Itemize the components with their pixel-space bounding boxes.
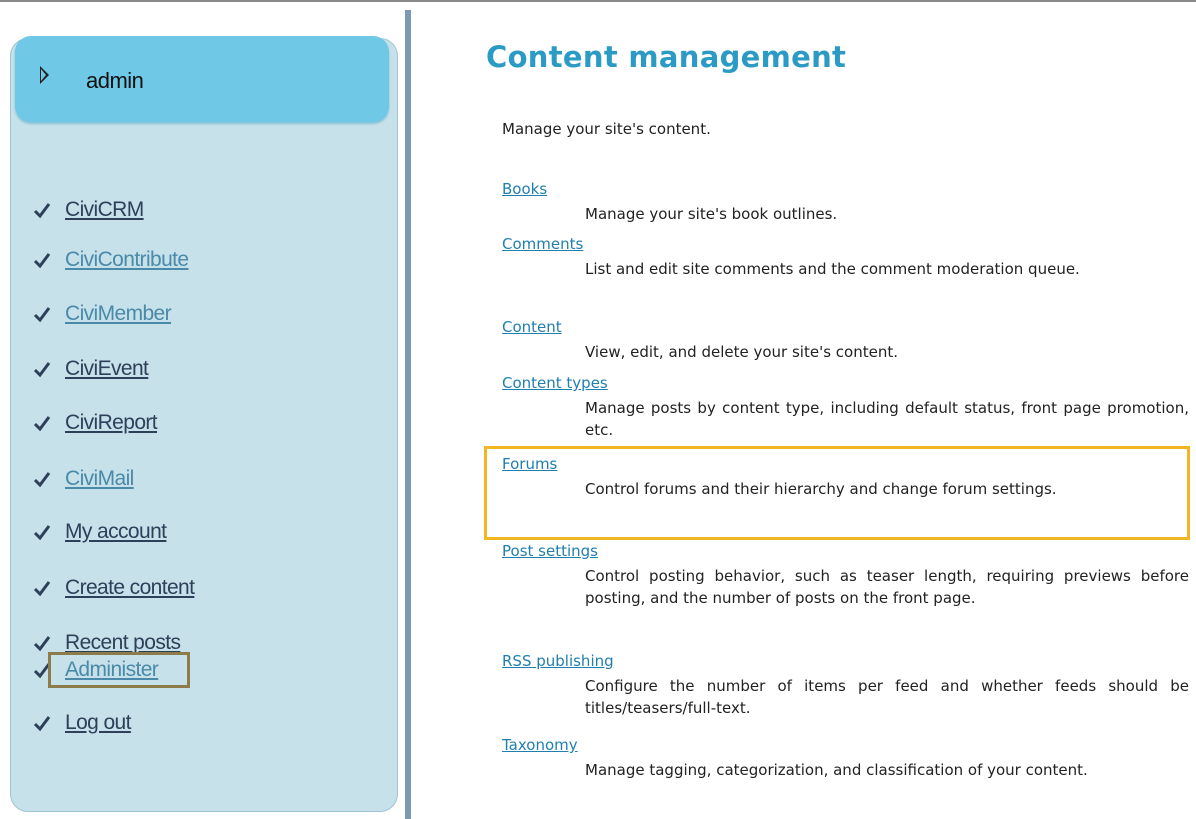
link-rss-publishing[interactable]: RSS publishing bbox=[502, 652, 614, 670]
sidebar-item-label[interactable]: CiviMail bbox=[65, 467, 134, 491]
checkmark-icon bbox=[33, 416, 51, 432]
sidebar-item-label[interactable]: My account bbox=[65, 520, 167, 544]
sidebar-item-label[interactable]: Log out bbox=[65, 711, 131, 735]
sidebar-item-civicrm[interactable]: CiviCRM bbox=[33, 195, 144, 225]
desc-post-settings: Control posting behavior, such as teaser… bbox=[585, 567, 1189, 607]
sidebar-item-label[interactable]: CiviEvent bbox=[65, 357, 149, 381]
sidebar-item-create-content[interactable]: Create content bbox=[33, 573, 195, 603]
checkmark-icon bbox=[33, 716, 51, 732]
link-content[interactable]: Content bbox=[502, 318, 562, 336]
checkmark-icon bbox=[33, 472, 51, 488]
user-header[interactable] bbox=[15, 36, 389, 122]
page-intro: Manage your site's content. bbox=[502, 120, 711, 138]
sidebar-item-log-out[interactable]: Log out bbox=[33, 708, 131, 738]
sidebar-item-civicontribute[interactable]: CiviContribute bbox=[33, 245, 189, 275]
desc-books: Manage your site's book outlines. bbox=[585, 205, 838, 223]
sidebar-item-civimail[interactable]: CiviMail bbox=[33, 464, 134, 494]
triangle-right-icon[interactable] bbox=[40, 66, 49, 84]
sidebar-item-label[interactable]: CiviContribute bbox=[65, 248, 189, 272]
link-taxonomy[interactable]: Taxonomy bbox=[502, 736, 578, 754]
sidebar-item-label[interactable]: Create content bbox=[65, 576, 195, 600]
page-title: Content management bbox=[486, 40, 847, 74]
checkmark-icon bbox=[33, 636, 51, 652]
checkmark-icon bbox=[33, 362, 51, 378]
desc-comments: List and edit site comments and the comm… bbox=[585, 260, 1080, 278]
desc-content: View, edit, and delete your site's conte… bbox=[585, 343, 898, 361]
checkmark-icon bbox=[33, 581, 51, 597]
link-books[interactable]: Books bbox=[502, 180, 547, 198]
checkmark-icon bbox=[33, 253, 51, 269]
checkmark-icon bbox=[33, 307, 51, 323]
link-content-types[interactable]: Content types bbox=[502, 374, 608, 392]
sidebar-item-civievent[interactable]: CiviEvent bbox=[33, 354, 149, 384]
sidebar: admin CiviCRM CiviContribute CiviMember … bbox=[0, 2, 400, 819]
username: admin bbox=[86, 68, 144, 93]
link-post-settings[interactable]: Post settings bbox=[502, 542, 598, 560]
sidebar-item-label[interactable]: CiviMember bbox=[65, 302, 172, 326]
forums-highlight-box bbox=[484, 446, 1190, 540]
sidebar-item-label[interactable]: CiviCRM bbox=[65, 198, 144, 222]
desc-taxonomy: Manage tagging, categorization, and clas… bbox=[585, 761, 1088, 779]
checkmark-icon bbox=[33, 525, 51, 541]
sidebar-item-my-account[interactable]: My account bbox=[33, 517, 167, 547]
sidebar-item-civireport[interactable]: CiviReport bbox=[33, 408, 158, 438]
desc-rss-publishing: Configure the number of items per feed a… bbox=[585, 677, 1189, 717]
desc-content-types: Manage posts by content type, including … bbox=[585, 399, 1189, 439]
column-divider bbox=[405, 10, 411, 819]
checkmark-icon bbox=[33, 203, 51, 219]
link-comments[interactable]: Comments bbox=[502, 235, 583, 253]
sidebar-item-civimember[interactable]: CiviMember bbox=[33, 299, 172, 329]
administer-highlight-box bbox=[48, 652, 190, 688]
sidebar-item-label[interactable]: CiviReport bbox=[65, 411, 158, 435]
